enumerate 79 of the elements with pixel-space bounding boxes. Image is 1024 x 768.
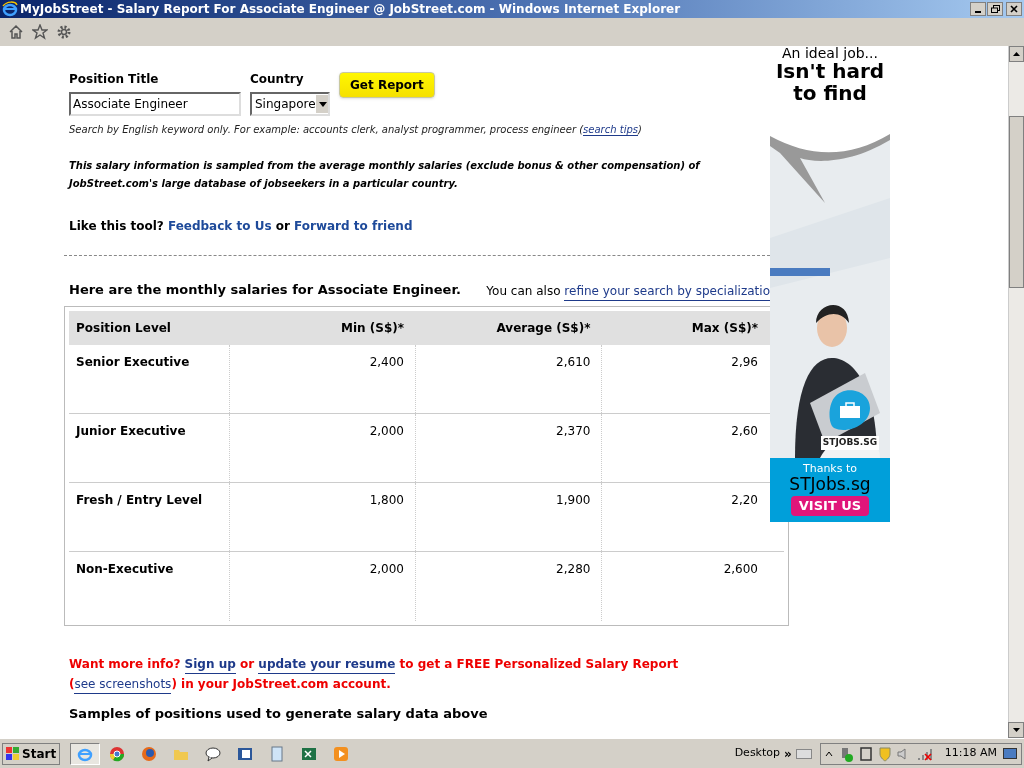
table-cell: 2,280 (415, 551, 602, 621)
close-button[interactable] (1006, 2, 1022, 16)
get-report-button[interactable]: Get Report (339, 72, 435, 98)
browser-icon (109, 745, 126, 762)
advertisement-banner[interactable]: An ideal job... Isn't hard to find STJOBS.SG Thanks to STJobs.sg VISIT US (770, 46, 890, 522)
signal-icon[interactable] (916, 746, 933, 761)
column-header: Min (S$)* (340, 319, 405, 337)
browser-icon (141, 745, 158, 762)
link[interactable]: Sign up (184, 656, 236, 674)
table-cell: 2,000 (228, 413, 415, 482)
speech-bubble-icon (205, 745, 222, 762)
table-cell: 1,900 (415, 482, 602, 551)
ad-headline: Isn't hard to find (775, 60, 885, 104)
ad-text: Thanks to (802, 462, 857, 475)
refine-link[interactable]: refine your search by specializatio (564, 283, 770, 301)
table-cell: 1,800 (228, 482, 415, 551)
table-cell: 2,600 (601, 551, 784, 621)
toolbar-chevron[interactable]: » (784, 744, 792, 763)
table-cell-text: Fresh / Entry Level (75, 491, 204, 509)
section-heading: Samples of positions used to generate salary data above (69, 704, 489, 723)
scroll-down-button[interactable] (1008, 722, 1024, 738)
link[interactable]: search tips (583, 124, 638, 136)
country-select[interactable]: Singapore (250, 92, 330, 116)
table-cell-text: Non-Executive (75, 560, 175, 578)
keyboard-icon[interactable] (795, 747, 812, 760)
expand-icon[interactable] (824, 749, 833, 758)
windows-logo-icon (6, 746, 20, 761)
window-title: MyJobStreet - Salary Report For Associate Engineer @ JobStreet.com - Windows Internet Explorer (20, 1, 681, 18)
table-cell-text: Junior Executive (74, 422, 187, 440)
table-cell: 2,610 (415, 344, 602, 413)
browser-icon (2, 1, 18, 17)
play-icon (333, 745, 350, 762)
visit-us-button[interactable]: VISIT US (790, 496, 870, 516)
search-hint: Search by English keyword only. For example: accounts clerk, analyst programmer, process engineer (search tips) (69, 123, 643, 137)
table-cell: 2,000 (228, 551, 415, 621)
notepad-icon (269, 745, 286, 762)
desktop-label[interactable]: Desktop (734, 745, 780, 762)
minimize-icon (975, 11, 981, 13)
close-icon (1010, 5, 1018, 13)
scroll-up-button[interactable] (1009, 46, 1024, 62)
feedback-text: Like this tool? Feedback to Us or Forward to friend (69, 218, 414, 235)
document-icon (237, 745, 254, 762)
show-desktop-icon[interactable] (1003, 747, 1017, 760)
star-icon[interactable] (32, 24, 48, 40)
ad-brand: STJOBS.SG (820, 436, 880, 450)
refine-text: You can also (486, 283, 562, 298)
column-header: Position Level (75, 319, 172, 337)
table-cell: 2,370 (415, 413, 602, 482)
down-arrow-icon (1012, 728, 1020, 732)
link[interactable]: see screenshots (74, 676, 172, 694)
dropdown-icon (315, 95, 328, 113)
column-header: Max (S$)* (690, 319, 759, 337)
minimize-button[interactable] (970, 2, 986, 16)
up-arrow-icon (1013, 52, 1020, 56)
field-label: Position Title (69, 71, 160, 88)
column-header: Average (S$)* (495, 319, 592, 337)
restore-icon (990, 5, 1000, 13)
results-heading: Here are the monthly salaries for Associate Engineer. (69, 281, 461, 299)
ad-text: An ideal job... (782, 46, 878, 60)
promo-text: Want more info? Sign up or update your resume to get a FREE Personalized Salary Report (see screenshots) in your JobStreet.com account. (69, 653, 749, 694)
link[interactable]: Feedback to Us (167, 219, 272, 233)
position-title-field[interactable]: Associate Engineer (69, 92, 241, 116)
settings-icon[interactable] (56, 24, 72, 40)
clock[interactable]: 11:18 AM (944, 745, 997, 762)
table-cell: 2,400 (228, 344, 415, 413)
taskbar-button[interactable] (70, 742, 101, 765)
ad-site: STJobs.sg (789, 475, 871, 494)
home-icon[interactable] (8, 24, 24, 40)
start-button[interactable]: Start (2, 742, 61, 765)
link[interactable]: Forward to friend (294, 219, 413, 233)
salary-notice: This salary information is sampled from the average monthly salaries (exclude bonus & other compensation) of JobStreet.com's large database of jobseekers in a particular country. (69, 159, 702, 191)
restore-button[interactable] (987, 2, 1003, 16)
scroll-thumb[interactable] (1009, 116, 1024, 288)
table-cell-text: Senior Executive (75, 353, 191, 371)
spreadsheet-icon (301, 745, 318, 762)
scrollbar[interactable] (1008, 46, 1024, 722)
link[interactable]: update your resume (258, 656, 396, 674)
briefcase-icon (828, 388, 872, 432)
field-label: Country (250, 71, 305, 88)
